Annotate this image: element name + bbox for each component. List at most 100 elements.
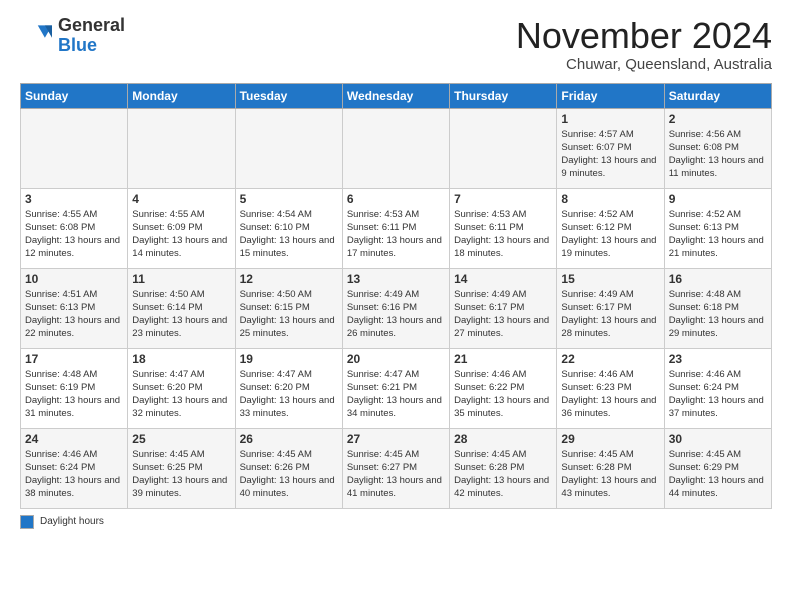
day-cell: 2Sunrise: 4:56 AM Sunset: 6:08 PM Daylig… — [664, 108, 771, 188]
day-info: Sunrise: 4:45 AM Sunset: 6:25 PM Dayligh… — [132, 448, 230, 501]
day-number: 13 — [347, 272, 445, 286]
day-cell: 16 Sunrise: 4:48 AM Sunset: 6:18 PM Dayli… — [664, 268, 771, 348]
header: General Blue November 2024 Chuwar, Queen… — [20, 16, 772, 73]
day-info: Sunrise: 4:49 AM Sunset: 6:16 PM Dayligh… — [347, 288, 445, 341]
day-info: Sunrise: 4:48 AM Sunset: 6:19 PM Dayligh… — [25, 368, 123, 421]
logo: General Blue — [20, 16, 125, 56]
day-number: 29 — [561, 432, 659, 446]
day-cell: 5 Sunrise: 4:54 AM Sunset: 6:10 PM Daylig… — [235, 188, 342, 268]
day-info: Sunrise: 4:47 AM Sunset: 6:21 PM Dayligh… — [347, 368, 445, 421]
day-cell — [342, 108, 449, 188]
day-cell: 1Sunrise: 4:57 AM Sunset: 6:07 PM Daylig… — [557, 108, 664, 188]
day-number: 24 — [25, 432, 123, 446]
day-cell: 8Sunrise: 4:52 AM Sunset: 6:12 PM Daylig… — [557, 188, 664, 268]
day-number: 20 — [347, 352, 445, 366]
day-number: 12 — [240, 272, 338, 286]
legend-label: Daylight hours — [40, 516, 104, 527]
day-info: Sunrise: 4:49 AM Sunset: 6:17 PM Dayligh… — [454, 288, 552, 341]
day-info: Sunrise: 4:45 AM Sunset: 6:28 PM Dayligh… — [454, 448, 552, 501]
day-cell — [235, 108, 342, 188]
day-info: Sunrise: 4:46 AM Sunset: 6:22 PM Dayligh… — [454, 368, 552, 421]
day-info: Sunrise: 4:47 AM Sunset: 6:20 PM Dayligh… — [240, 368, 338, 421]
day-cell: 4 Sunrise: 4:55 AM Sunset: 6:09 PM Daylig… — [128, 188, 235, 268]
day-number: 26 — [240, 432, 338, 446]
day-number: 4 — [132, 192, 230, 206]
week-row-2: 3 Sunrise: 4:55 AM Sunset: 6:08 PM Daylig… — [21, 188, 772, 268]
day-cell: 19Sunrise: 4:47 AM Sunset: 6:20 PM Dayli… — [235, 348, 342, 428]
day-info: Sunrise: 4:55 AM Sunset: 6:09 PM Dayligh… — [132, 208, 230, 261]
day-info: Sunrise: 4:51 AM Sunset: 6:13 PM Dayligh… — [25, 288, 123, 341]
day-cell: 11Sunrise: 4:50 AM Sunset: 6:14 PM Dayli… — [128, 268, 235, 348]
week-row-5: 24Sunrise: 4:46 AM Sunset: 6:24 PM Dayli… — [21, 428, 772, 508]
day-info: Sunrise: 4:46 AM Sunset: 6:24 PM Dayligh… — [669, 368, 767, 421]
location: Chuwar, Queensland, Australia — [516, 56, 772, 73]
col-header-saturday: Saturday — [664, 83, 771, 108]
day-cell: 26Sunrise: 4:45 AM Sunset: 6:26 PM Dayli… — [235, 428, 342, 508]
day-cell: 30Sunrise: 4:45 AM Sunset: 6:29 PM Dayli… — [664, 428, 771, 508]
day-number: 15 — [561, 272, 659, 286]
day-cell: 25Sunrise: 4:45 AM Sunset: 6:25 PM Dayli… — [128, 428, 235, 508]
day-number: 2 — [669, 112, 767, 126]
day-cell — [128, 108, 235, 188]
day-info: Sunrise: 4:47 AM Sunset: 6:20 PM Dayligh… — [132, 368, 230, 421]
page: General Blue November 2024 Chuwar, Queen… — [0, 0, 792, 539]
day-number: 3 — [25, 192, 123, 206]
day-info: Sunrise: 4:55 AM Sunset: 6:08 PM Dayligh… — [25, 208, 123, 261]
day-number: 10 — [25, 272, 123, 286]
day-info: Sunrise: 4:54 AM Sunset: 6:10 PM Dayligh… — [240, 208, 338, 261]
day-number: 27 — [347, 432, 445, 446]
day-cell: 29Sunrise: 4:45 AM Sunset: 6:28 PM Dayli… — [557, 428, 664, 508]
logo-icon — [20, 20, 52, 52]
day-cell: 12 Sunrise: 4:50 AM Sunset: 6:15 PM Dayli… — [235, 268, 342, 348]
day-cell: 13 Sunrise: 4:49 AM Sunset: 6:16 PM Dayli… — [342, 268, 449, 348]
day-number: 18 — [132, 352, 230, 366]
legend-box — [20, 515, 34, 529]
day-number: 7 — [454, 192, 552, 206]
day-cell: 23 Sunrise: 4:46 AM Sunset: 6:24 PM Dayli… — [664, 348, 771, 428]
col-header-tuesday: Tuesday — [235, 83, 342, 108]
month-title: November 2024 — [516, 16, 772, 56]
col-header-sunday: Sunday — [21, 83, 128, 108]
day-number: 14 — [454, 272, 552, 286]
day-cell: 9 Sunrise: 4:52 AM Sunset: 6:13 PM Daylig… — [664, 188, 771, 268]
day-cell: 15 Sunrise: 4:49 AM Sunset: 6:17 PM Dayli… — [557, 268, 664, 348]
day-info: Sunrise: 4:45 AM Sunset: 6:27 PM Dayligh… — [347, 448, 445, 501]
logo-text: General Blue — [58, 16, 125, 56]
day-info: Sunrise: 4:46 AM Sunset: 6:23 PM Dayligh… — [561, 368, 659, 421]
day-number: 23 — [669, 352, 767, 366]
col-header-thursday: Thursday — [450, 83, 557, 108]
day-cell: 14 Sunrise: 4:49 AM Sunset: 6:17 PM Dayli… — [450, 268, 557, 348]
day-info: Sunrise: 4:53 AM Sunset: 6:11 PM Dayligh… — [454, 208, 552, 261]
calendar-table: SundayMondayTuesdayWednesdayThursdayFrid… — [20, 83, 772, 509]
week-row-1: 1Sunrise: 4:57 AM Sunset: 6:07 PM Daylig… — [21, 108, 772, 188]
title-block: November 2024 Chuwar, Queensland, Austra… — [516, 16, 772, 73]
day-info: Sunrise: 4:49 AM Sunset: 6:17 PM Dayligh… — [561, 288, 659, 341]
day-cell: 20 Sunrise: 4:47 AM Sunset: 6:21 PM Dayli… — [342, 348, 449, 428]
day-cell: 22 Sunrise: 4:46 AM Sunset: 6:23 PM Dayli… — [557, 348, 664, 428]
day-cell — [21, 108, 128, 188]
day-number: 1 — [561, 112, 659, 126]
day-cell: 6Sunrise: 4:53 AM Sunset: 6:11 PM Daylig… — [342, 188, 449, 268]
day-number: 5 — [240, 192, 338, 206]
day-number: 9 — [669, 192, 767, 206]
col-header-monday: Monday — [128, 83, 235, 108]
day-number: 8 — [561, 192, 659, 206]
day-cell: 28 Sunrise: 4:45 AM Sunset: 6:28 PM Dayli… — [450, 428, 557, 508]
day-cell: 24Sunrise: 4:46 AM Sunset: 6:24 PM Dayli… — [21, 428, 128, 508]
day-info: Sunrise: 4:52 AM Sunset: 6:13 PM Dayligh… — [669, 208, 767, 261]
day-number: 22 — [561, 352, 659, 366]
day-number: 21 — [454, 352, 552, 366]
day-number: 17 — [25, 352, 123, 366]
day-cell: 27 Sunrise: 4:45 AM Sunset: 6:27 PM Dayli… — [342, 428, 449, 508]
logo-blue: Blue — [58, 35, 97, 55]
day-number: 28 — [454, 432, 552, 446]
day-info: Sunrise: 4:48 AM Sunset: 6:18 PM Dayligh… — [669, 288, 767, 341]
day-number: 16 — [669, 272, 767, 286]
day-cell — [450, 108, 557, 188]
day-info: Sunrise: 4:50 AM Sunset: 6:15 PM Dayligh… — [240, 288, 338, 341]
day-cell: 18 Sunrise: 4:47 AM Sunset: 6:20 PM Dayli… — [128, 348, 235, 428]
day-number: 6 — [347, 192, 445, 206]
col-header-wednesday: Wednesday — [342, 83, 449, 108]
day-cell: 17 Sunrise: 4:48 AM Sunset: 6:19 PM Dayli… — [21, 348, 128, 428]
day-cell: 10 Sunrise: 4:51 AM Sunset: 6:13 PM Dayli… — [21, 268, 128, 348]
